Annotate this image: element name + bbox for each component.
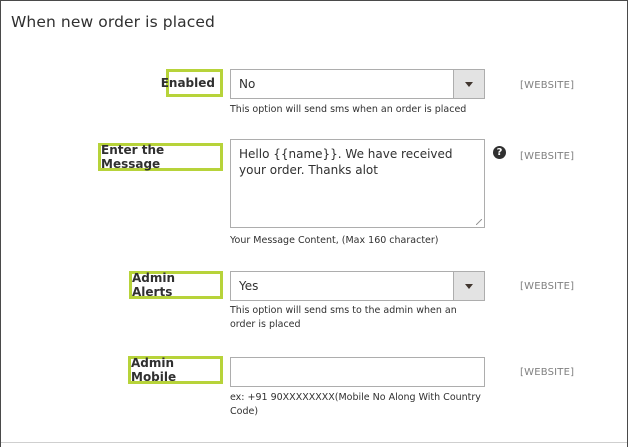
chevron-down-icon[interactable] (453, 70, 484, 98)
enabled-scope: [WEBSITE] (520, 80, 575, 91)
admin-mobile-label: Admin Mobile (128, 356, 223, 384)
admin-alerts-label: Admin Alerts (129, 271, 223, 299)
chevron-down-icon[interactable] (453, 272, 484, 300)
enabled-select-value: No (239, 77, 256, 91)
message-scope: [WEBSITE] (520, 151, 575, 162)
config-section: When new order is placed Enabled No This… (0, 0, 628, 447)
section-title: When new order is placed (11, 13, 215, 31)
enabled-note: This option will send sms when an order … (230, 104, 467, 115)
admin-mobile-scope: [WEBSITE] (520, 367, 575, 378)
message-note: Your Message Content, (Max 160 character… (230, 235, 439, 246)
admin-alerts-select-value: Yes (239, 279, 259, 293)
resize-handle-icon[interactable] (476, 219, 482, 225)
message-label: Enter the Message (98, 143, 223, 171)
admin-alerts-scope: [WEBSITE] (520, 281, 575, 292)
enabled-select[interactable]: No (230, 69, 485, 99)
admin-mobile-input[interactable] (230, 357, 485, 387)
divider (1, 442, 627, 443)
admin-alerts-select[interactable]: Yes (230, 271, 485, 301)
message-text: Hello {{name}}. We have received your or… (239, 147, 453, 177)
admin-mobile-note: ex: +91 90XXXXXXXX(Mobile No Along With … (230, 392, 481, 417)
question-circle-icon[interactable]: ? (493, 146, 506, 159)
message-textarea[interactable]: Hello {{name}}. We have received your or… (230, 139, 485, 228)
enabled-label: Enabled (161, 69, 223, 97)
admin-alerts-note: This option will send sms to the admin w… (230, 305, 457, 330)
